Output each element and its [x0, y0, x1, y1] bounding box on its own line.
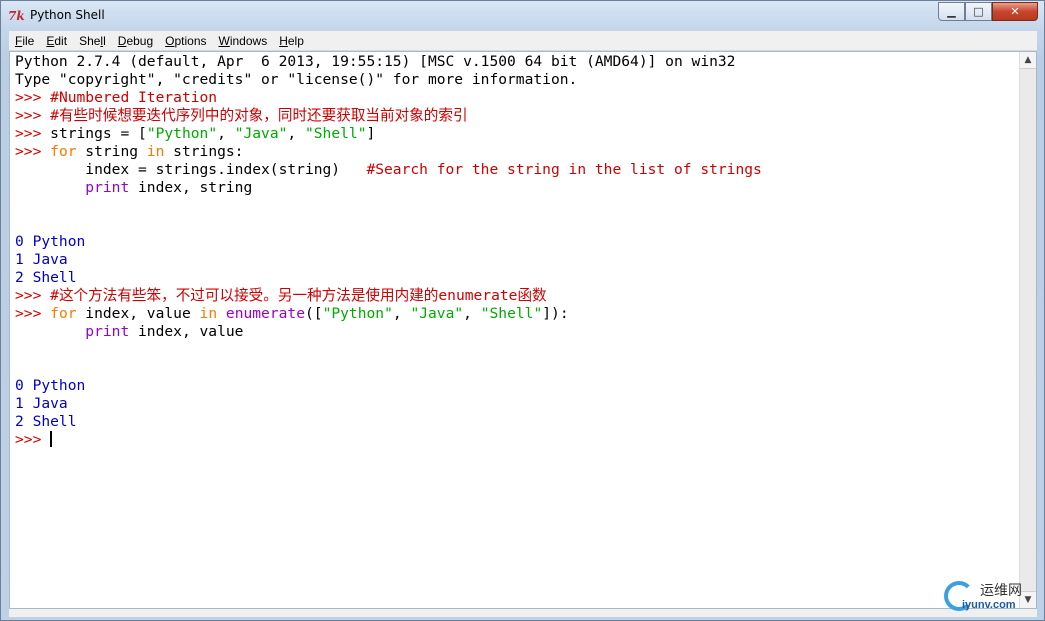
code-token: >>> — [15, 305, 51, 322]
maximize-button[interactable]: □ — [965, 2, 992, 21]
menu-help[interactable]: Help — [273, 34, 310, 48]
code-token: strings: — [164, 143, 244, 160]
code-token: index, value — [76, 305, 200, 322]
menu-file[interactable]: File — [9, 34, 40, 48]
status-bar — [9, 609, 1037, 617]
menu-shell[interactable]: Shell — [73, 34, 112, 48]
shell-line: >>> strings = ["Python", "Java", "Shell"… — [15, 125, 1018, 143]
code-token: strings = [ — [50, 125, 147, 142]
menu-bar: File Edit Shell Debug Options Windows Help — [9, 31, 1037, 51]
shell-line: >>> — [15, 431, 1018, 449]
code-token: , — [217, 125, 235, 142]
code-token: >>> — [15, 143, 51, 160]
code-token: ]): — [542, 305, 569, 322]
code-token: in — [199, 305, 218, 322]
shell-line: >>> #这个方法有些笨，不过可以接受。另一种方法是使用内建的enumerate… — [15, 287, 1018, 305]
code-token: , — [392, 305, 411, 322]
shell-line: >>> for index, value in enumerate(["Pyth… — [15, 305, 1018, 323]
watermark-en-text: iyunv.com — [962, 599, 1016, 611]
python-shell-window: 7k Python Shell ▁ □ ✕ File Edit Shell Debug… — [0, 0, 1045, 621]
shell-line: 1 Java — [15, 395, 1018, 413]
code-token: 1 Java — [15, 395, 68, 412]
code-token: string — [76, 143, 147, 160]
code-token: print — [85, 323, 130, 340]
code-token: 0 Python — [15, 377, 86, 394]
code-token: index, value — [129, 323, 244, 340]
code-token: ] — [366, 125, 376, 142]
menu-options[interactable]: Options — [159, 34, 212, 48]
vertical-scrollbar[interactable]: ▲ ▼ — [1019, 52, 1036, 608]
code-token: ([ — [304, 305, 323, 322]
code-token: >>> — [15, 125, 51, 142]
close-button[interactable]: ✕ — [992, 2, 1038, 21]
shell-line: 0 Python — [15, 377, 1018, 395]
shell-line: >>> #Numbered Iteration — [15, 89, 1018, 107]
caption-buttons: ▁ □ ✕ — [938, 2, 1038, 22]
code-token: index, string — [129, 179, 253, 196]
code-token: "Java" — [234, 125, 288, 142]
code-token: >>> — [15, 107, 51, 124]
minimize-button[interactable]: ▁ — [938, 2, 965, 21]
watermark-cn-text: 运维网 — [980, 583, 1022, 599]
code-token: >>> — [15, 431, 51, 448]
menu-edit[interactable]: Edit — [40, 34, 73, 48]
code-token: >>> — [15, 89, 51, 106]
menu-windows[interactable]: Windows — [213, 34, 274, 48]
code-token: Type "copyright", "credits" or "license(… — [15, 71, 578, 88]
shell-line: 0 Python — [15, 233, 1018, 251]
shell-line: print index, string — [15, 179, 1018, 197]
code-token: , — [287, 125, 305, 142]
text-cursor — [50, 431, 53, 447]
code-token: enumerate — [225, 305, 305, 322]
code-token: "Shell" — [304, 125, 367, 142]
code-token: print — [85, 179, 130, 196]
shell-line: >>> for string in strings: — [15, 143, 1018, 161]
code-token: #有些时候想要迭代序列中的对象，同时还要获取当前对象的索引 — [50, 107, 468, 124]
code-token: in — [146, 143, 165, 160]
code-token: "Python" — [146, 125, 218, 142]
shell-line: 1 Java — [15, 251, 1018, 269]
code-token: index = strings.index(string) — [15, 161, 367, 178]
code-token: "Java" — [410, 305, 464, 322]
menu-debug[interactable]: Debug — [112, 34, 159, 48]
code-token: "Python" — [322, 305, 393, 322]
title-bar[interactable]: 7k Python Shell ▁ □ ✕ — [1, 1, 1044, 31]
site-watermark: 运维网 iyunv.com — [944, 577, 1036, 615]
window-title: Python Shell — [30, 8, 105, 22]
shell-line: Python 2.7.4 (default, Apr 6 2013, 19:55… — [15, 53, 1018, 71]
code-token: , — [463, 305, 481, 322]
code-token: #Search for the string in the list of st… — [366, 161, 762, 178]
shell-line: index = strings.index(string) #Search fo… — [15, 161, 1018, 179]
code-token: #Numbered Iteration — [50, 89, 218, 106]
code-token: >>> — [15, 287, 51, 304]
code-token: 2 Shell — [15, 413, 77, 430]
code-token: "Shell" — [480, 305, 543, 322]
shell-line: print index, value — [15, 323, 1018, 341]
code-token: for — [50, 305, 77, 322]
shell-text-area[interactable]: Python 2.7.4 (default, Apr 6 2013, 19:55… — [9, 51, 1037, 609]
shell-line: >>> #有些时候想要迭代序列中的对象，同时还要获取当前对象的索引 — [15, 107, 1018, 125]
shell-output[interactable]: Python 2.7.4 (default, Apr 6 2013, 19:55… — [15, 53, 1018, 449]
code-token: 1 Java — [15, 251, 68, 268]
code-token: 2 Shell — [15, 269, 77, 286]
code-token: for — [50, 143, 77, 160]
shell-line: Type "copyright", "credits" or "license(… — [15, 71, 1018, 89]
code-token: #这个方法有些笨，不过可以接受。另一种方法是使用内建的enumerate函数 — [50, 287, 547, 304]
code-token: Python 2.7.4 (default, Apr 6 2013, 19:55… — [15, 53, 736, 70]
code-token: 0 Python — [15, 233, 86, 250]
idle-app-icon: 7k — [8, 9, 25, 23]
shell-line: 2 Shell — [15, 413, 1018, 431]
shell-line: 2 Shell — [15, 269, 1018, 287]
scroll-up-icon[interactable]: ▲ — [1020, 52, 1036, 69]
